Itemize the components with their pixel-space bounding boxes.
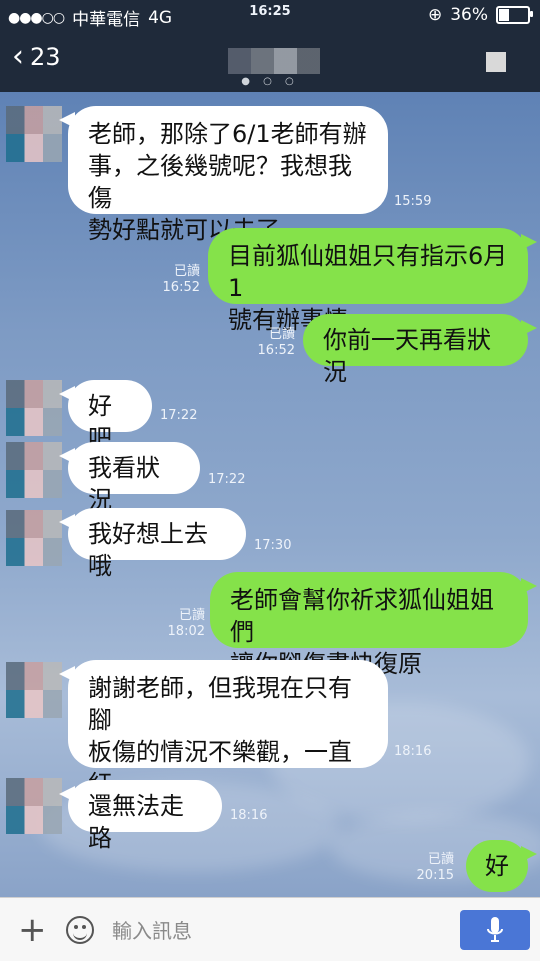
message-bubble-received[interactable]: 老師，那除了6/1老師有辦 事，之後幾號呢？我想我傷 勢好點就可以去了。 (59, 106, 388, 244)
chat-title-redacted (228, 48, 320, 74)
message-bubble-received[interactable]: 我看狀況 (59, 442, 200, 514)
page-indicator: ● ○ ○ (241, 76, 299, 87)
message-bubble-sent[interactable]: 老師會幫你祈求狐仙姐姐們 讓你腳傷盡快復原 (210, 572, 537, 678)
back-count: 23 (30, 43, 61, 71)
contact-avatar[interactable] (6, 442, 62, 498)
input-bar: + 輸入訊息 (0, 897, 540, 961)
contact-avatar[interactable] (6, 778, 62, 834)
header-menu-button[interactable] (486, 52, 506, 72)
message-bubble-sent[interactable]: 好 (466, 840, 537, 892)
battery-icon (496, 6, 533, 24)
back-chevron-icon: ‹ (12, 39, 24, 74)
chat-area[interactable]: 老師，那除了6/1老師有辦 事，之後幾號呢？我想我傷 勢好點就可以去了。 15:… (0, 92, 540, 897)
read-receipt: 已讀 18:02 (167, 608, 205, 639)
alarm-lock-icon: ⊕ (427, 5, 443, 25)
chat-header: ‹ 23 ● ○ ○ (0, 30, 540, 92)
message-bubble-sent[interactable]: 你前一天再看狀況 (303, 314, 537, 386)
back-button[interactable]: ‹ 23 (12, 42, 61, 72)
message-time: 17:30 (254, 538, 292, 553)
message-bubble-received[interactable]: 我好想上去哦 (59, 508, 246, 580)
message-bubble-sent[interactable]: 目前狐仙姐姐只有指示6月1 號有辦事情 (208, 228, 537, 334)
voice-button[interactable] (460, 910, 530, 950)
message-time: 15:59 (394, 194, 432, 209)
read-receipt: 已讀 16:52 (257, 327, 295, 358)
emoji-icon[interactable] (66, 916, 94, 944)
contact-avatar[interactable] (6, 510, 62, 566)
contact-avatar[interactable] (6, 380, 62, 436)
message-time: 17:22 (160, 408, 198, 423)
status-right: ⊕ 36% (427, 5, 533, 25)
read-receipt: 已讀 20:15 (416, 852, 454, 883)
contact-avatar[interactable] (6, 106, 62, 162)
read-receipt: 已讀 16:52 (162, 264, 200, 295)
contact-avatar[interactable] (6, 662, 62, 718)
message-bubble-received[interactable]: 謝謝老師，但我現在只有腳 板傷的情況不樂觀，一直紅 腫發炎 (59, 660, 388, 830)
message-time: 18:16 (394, 744, 432, 759)
message-time: 18:16 (230, 808, 268, 823)
microphone-icon (487, 917, 503, 942)
status-bar: ●●●○○ 中華電信 4G 16:25 ⊕ 36% (0, 0, 540, 30)
battery-percent: 36% (450, 5, 488, 25)
message-bubble-received[interactable]: 好吧 (59, 380, 152, 452)
message-bubble-received[interactable]: 還無法走路 (59, 780, 222, 852)
message-input[interactable]: 輸入訊息 (112, 915, 192, 944)
plus-icon[interactable]: + (18, 913, 47, 947)
message-time: 17:22 (208, 472, 246, 487)
